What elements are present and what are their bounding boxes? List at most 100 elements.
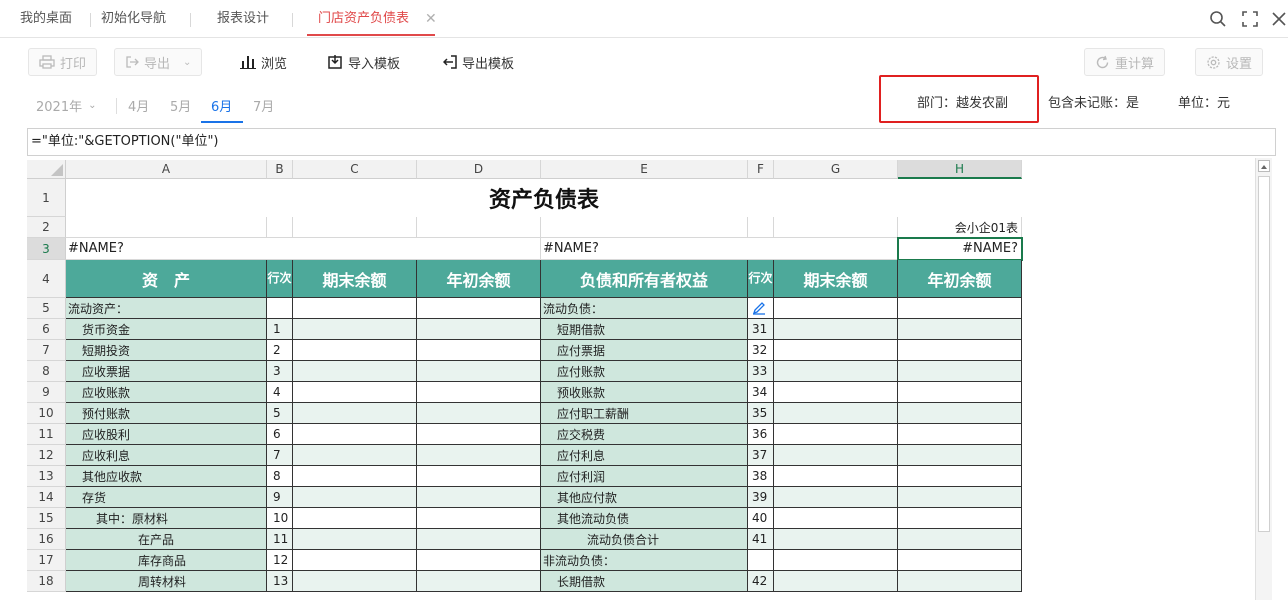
liability-line-no-cell[interactable]: 39 <box>748 487 774 508</box>
liability-end-balance-cell[interactable] <box>774 361 898 382</box>
asset-line-no-cell[interactable]: 4 <box>267 382 293 403</box>
month-tab-may[interactable]: 5月 <box>170 96 191 115</box>
asset-name-cell[interactable]: 应收利息 <box>66 445 267 466</box>
asset-name-cell[interactable]: 应收账款 <box>66 382 267 403</box>
liability-end-balance-cell[interactable] <box>774 340 898 361</box>
liability-line-no-cell[interactable] <box>748 550 774 571</box>
column-header-e[interactable]: E <box>541 160 748 179</box>
liability-end-balance-cell[interactable] <box>774 382 898 403</box>
asset-end-balance-cell[interactable] <box>293 424 417 445</box>
row-header-10[interactable]: 10 <box>27 403 66 424</box>
row-header-13[interactable]: 13 <box>27 466 66 487</box>
liability-begin-balance-cell[interactable] <box>898 529 1022 550</box>
asset-end-balance-cell[interactable] <box>293 550 417 571</box>
edit-pencil-icon[interactable] <box>752 301 766 315</box>
asset-begin-balance-cell[interactable] <box>417 319 541 340</box>
liability-line-no-cell[interactable]: 32 <box>748 340 774 361</box>
column-header-d[interactable]: D <box>417 160 541 179</box>
liability-name-cell[interactable]: 应付票据 <box>541 340 748 361</box>
asset-line-no-cell[interactable]: 8 <box>267 466 293 487</box>
row-header-7[interactable]: 7 <box>27 340 66 361</box>
asset-line-no-cell[interactable]: 10 <box>267 508 293 529</box>
year-select[interactable]: 2021年 ⌄ <box>36 96 96 115</box>
row-header-11[interactable]: 11 <box>27 424 66 445</box>
import-template-button[interactable]: 导入模板 <box>327 48 400 76</box>
asset-begin-balance-cell[interactable] <box>417 487 541 508</box>
liability-end-balance-cell[interactable] <box>774 550 898 571</box>
row-header-9[interactable]: 9 <box>27 382 66 403</box>
formula-input[interactable]: ="单位:"&GETOPTION("单位") <box>27 128 1276 156</box>
close-icon[interactable] <box>1270 10 1288 28</box>
grid-cell[interactable] <box>774 217 898 238</box>
asset-line-no-cell[interactable]: 3 <box>267 361 293 382</box>
liability-name-cell[interactable]: 预收账款 <box>541 382 748 403</box>
liability-begin-balance-cell[interactable] <box>898 298 1022 319</box>
asset-begin-balance-cell[interactable] <box>417 424 541 445</box>
search-icon[interactable] <box>1209 10 1227 28</box>
vertical-scrollbar[interactable] <box>1255 158 1272 600</box>
asset-begin-balance-cell[interactable] <box>417 403 541 424</box>
browse-button[interactable]: 浏览 <box>240 48 287 76</box>
liability-name-cell[interactable]: 短期借款 <box>541 319 748 340</box>
recalculate-button[interactable]: 重计算 <box>1084 48 1166 76</box>
asset-begin-balance-cell[interactable] <box>417 382 541 403</box>
liability-begin-balance-cell[interactable] <box>898 550 1022 571</box>
liability-end-balance-cell[interactable] <box>774 403 898 424</box>
liability-name-cell[interactable]: 长期借款 <box>541 571 748 592</box>
asset-line-no-cell[interactable]: 2 <box>267 340 293 361</box>
row-header-2[interactable]: 2 <box>27 217 66 238</box>
asset-name-cell[interactable]: 应收票据 <box>66 361 267 382</box>
liability-begin-balance-cell[interactable] <box>898 403 1022 424</box>
liability-begin-balance-cell[interactable] <box>898 424 1022 445</box>
asset-line-no-cell[interactable]: 9 <box>267 487 293 508</box>
grid-cell[interactable] <box>293 217 417 238</box>
export-dropdown[interactable]: 导出 ⌄ <box>114 48 203 76</box>
row-header-6[interactable]: 6 <box>27 319 66 340</box>
settings-button[interactable]: 设置 <box>1195 48 1264 76</box>
tab-store-balance-sheet[interactable]: 门店资产负债表 <box>318 0 409 38</box>
liability-end-balance-cell[interactable] <box>774 466 898 487</box>
grid-cell[interactable] <box>66 217 267 238</box>
asset-begin-balance-cell[interactable] <box>417 361 541 382</box>
tab-report-design[interactable]: 报表设计 <box>217 0 269 38</box>
liability-name-cell[interactable]: 流动负债： <box>541 298 748 319</box>
liability-begin-balance-cell[interactable] <box>898 487 1022 508</box>
asset-begin-balance-cell[interactable] <box>417 466 541 487</box>
column-header-h[interactable]: H <box>898 160 1022 179</box>
liability-line-no-cell[interactable]: 40 <box>748 508 774 529</box>
column-header-b[interactable]: B <box>267 160 293 179</box>
column-header-f[interactable]: F <box>748 160 774 179</box>
asset-end-balance-cell[interactable] <box>293 403 417 424</box>
asset-name-cell[interactable]: 流动资产： <box>66 298 267 319</box>
asset-end-balance-cell[interactable] <box>293 340 417 361</box>
scroll-up-arrow-icon[interactable] <box>1258 160 1270 172</box>
unit-formula-cell-a3[interactable]: #NAME? <box>66 238 541 260</box>
liability-begin-balance-cell[interactable] <box>898 445 1022 466</box>
unit-option[interactable]: 单位：元 <box>1178 92 1230 111</box>
close-tab-icon[interactable]: ✕ <box>425 0 437 38</box>
asset-end-balance-cell[interactable] <box>293 445 417 466</box>
liability-end-balance-cell[interactable] <box>774 319 898 340</box>
row-header-14[interactable]: 14 <box>27 487 66 508</box>
asset-end-balance-cell[interactable] <box>293 361 417 382</box>
department-option[interactable]: 部门：越发农副 <box>917 92 1008 111</box>
asset-line-no-cell[interactable]: 6 <box>267 424 293 445</box>
liability-line-no-cell[interactable]: 34 <box>748 382 774 403</box>
liability-begin-balance-cell[interactable] <box>898 319 1022 340</box>
liability-end-balance-cell[interactable] <box>774 298 898 319</box>
liability-end-balance-cell[interactable] <box>774 487 898 508</box>
asset-name-cell[interactable]: 其他应收款 <box>66 466 267 487</box>
asset-begin-balance-cell[interactable] <box>417 508 541 529</box>
asset-name-cell[interactable]: 货币资金 <box>66 319 267 340</box>
liability-end-balance-cell[interactable] <box>774 571 898 592</box>
asset-name-cell[interactable]: 短期投资 <box>66 340 267 361</box>
row-header-17[interactable]: 17 <box>27 550 66 571</box>
asset-end-balance-cell[interactable] <box>293 319 417 340</box>
tab-my-desktop[interactable]: 我的桌面 <box>20 0 72 38</box>
row-header-12[interactable]: 12 <box>27 445 66 466</box>
asset-begin-balance-cell[interactable] <box>417 550 541 571</box>
row-header-15[interactable]: 15 <box>27 508 66 529</box>
asset-line-no-cell[interactable]: 5 <box>267 403 293 424</box>
liability-name-cell[interactable]: 应付利息 <box>541 445 748 466</box>
asset-end-balance-cell[interactable] <box>293 571 417 592</box>
